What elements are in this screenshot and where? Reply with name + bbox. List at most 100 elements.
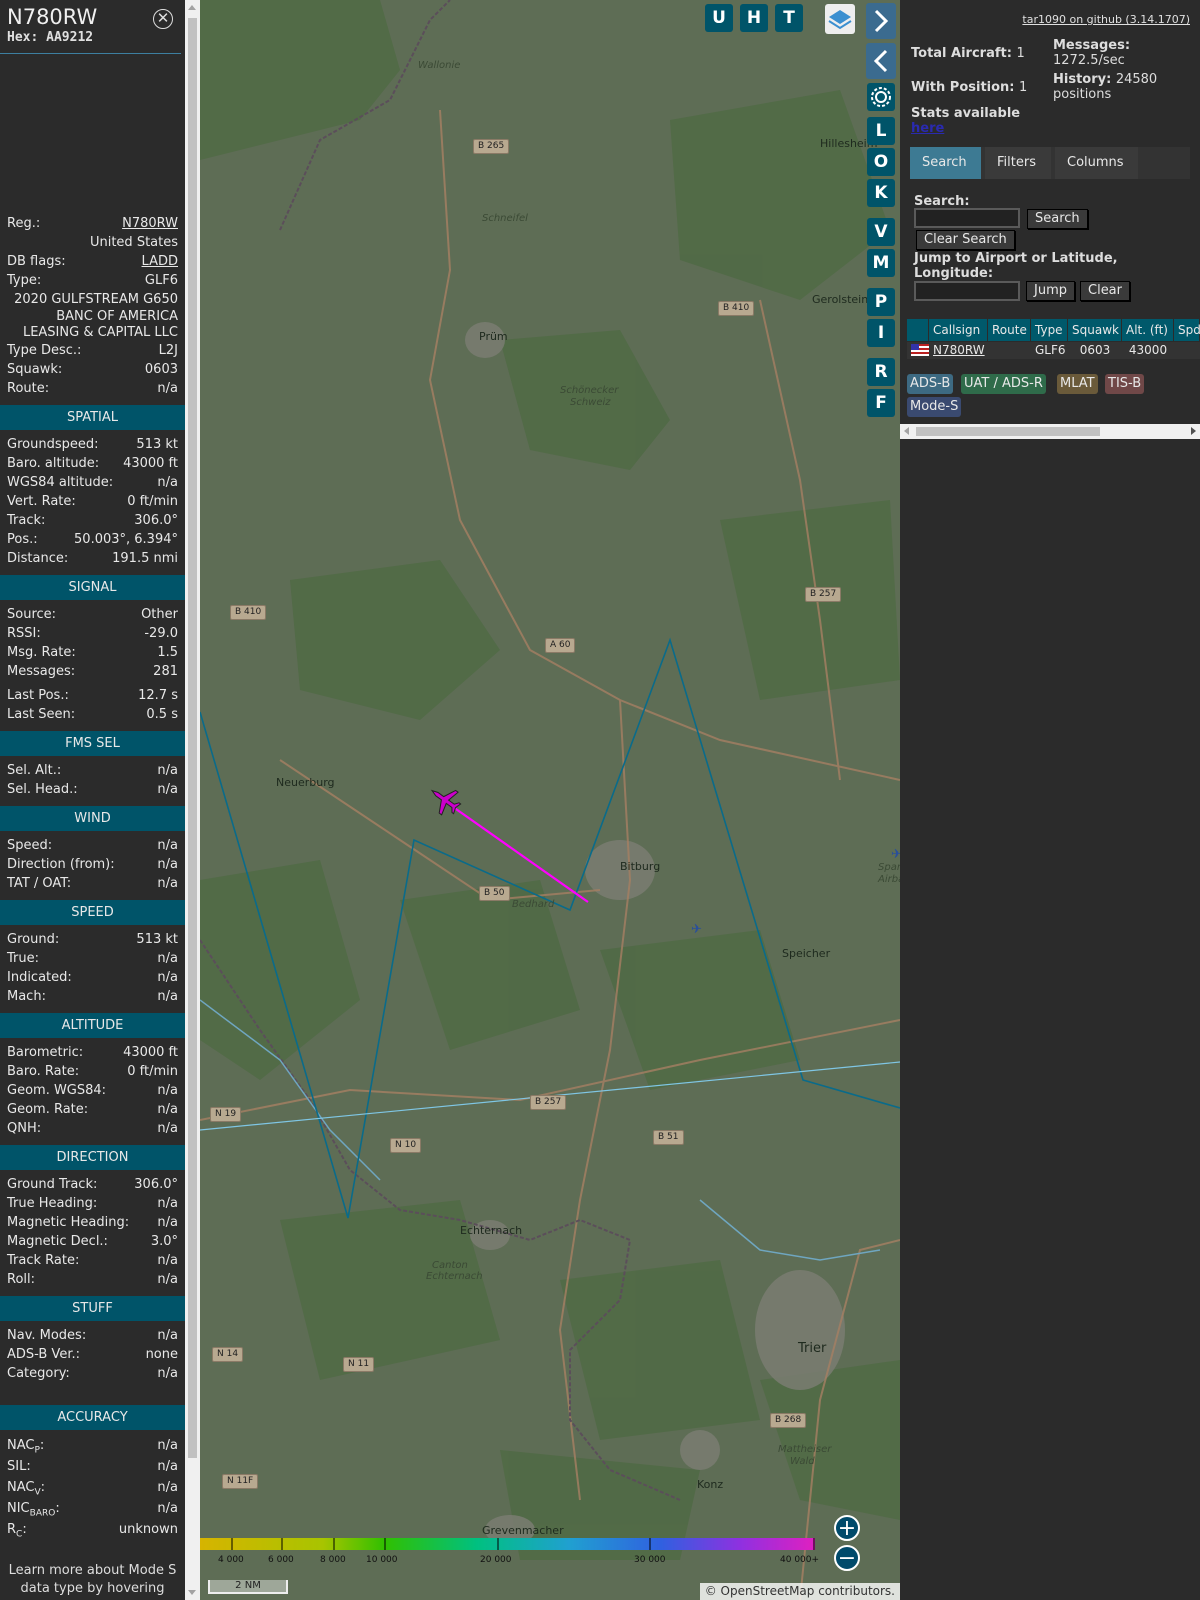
altitude-legend-label: 8 000 [320, 1555, 346, 1565]
clear-search-button[interactable]: Clear Search [916, 230, 1015, 250]
button-p[interactable]: P [867, 288, 895, 316]
info-row: QNH: n/a [0, 1119, 185, 1138]
dbflags-link[interactable]: LADD [142, 252, 178, 271]
button-l[interactable]: L [867, 117, 895, 145]
nacp-row: NACP: n/a [0, 1435, 185, 1456]
info-row: Last Pos.: 12.7 s [0, 686, 185, 705]
layers-glyph [828, 10, 852, 30]
tab-filters[interactable]: Filters [985, 147, 1051, 179]
expand-right-button[interactable] [866, 3, 896, 39]
close-icon[interactable]: ✕ [153, 9, 173, 29]
info-row-label: Speed: [7, 838, 53, 853]
map-attribution[interactable]: © OpenStreetMap contributors. [699, 1583, 900, 1600]
info-row-value: n/a [157, 1272, 178, 1287]
column-header-route[interactable]: Route [988, 319, 1031, 341]
button-k[interactable]: K [867, 179, 895, 207]
stats-here-link[interactable]: here [911, 121, 944, 136]
dbflags-label: DB flags: [7, 254, 66, 269]
model: 2020 GULFSTREAM G650 [14, 292, 178, 307]
tab-search[interactable]: Search [910, 147, 981, 179]
button-m[interactable]: M [867, 249, 895, 277]
info-row: Geom. Rate: n/a [0, 1100, 185, 1119]
button-t[interactable]: T [775, 4, 803, 32]
row-speed [1174, 342, 1200, 359]
column-header-squawk[interactable]: Squawk [1068, 319, 1122, 341]
layers-icon[interactable] [825, 4, 855, 34]
info-row: Baro. altitude: 43000 ft [0, 454, 185, 473]
altitude-legend-label: 40 000+ [780, 1555, 820, 1565]
button-o[interactable]: O [867, 148, 895, 176]
info-row-label: Direction (from): [7, 857, 115, 872]
reg-link[interactable]: N780RW [122, 214, 178, 233]
owner-line2: LEASING & CAPITAL LLC [22, 325, 178, 340]
info-row: Indicated: n/a [0, 968, 185, 987]
rc-base: R [7, 1522, 17, 1537]
column-header-altitude[interactable]: Alt. (ft) [1122, 319, 1174, 341]
button-f[interactable]: F [867, 389, 895, 417]
type-row: Type: GLF6 [0, 271, 185, 290]
zoom-out-button[interactable]: − [834, 1545, 860, 1571]
collapse-left-button[interactable] [866, 43, 896, 79]
search-input[interactable] [914, 208, 1020, 228]
rc-label: RC: [7, 1522, 27, 1540]
row-callsign-link[interactable]: N780RW [929, 342, 988, 359]
jump-input[interactable] [914, 281, 1020, 301]
info-row-value: 0 ft/min [127, 1064, 178, 1079]
search-button[interactable]: Search [1027, 209, 1088, 229]
section-wind: WIND [0, 806, 185, 831]
type-value: GLF6 [144, 273, 178, 288]
column-header-speed[interactable]: Spd [1174, 319, 1200, 341]
scroll-down-arrow-icon[interactable] [188, 1590, 196, 1595]
info-row-value: n/a [157, 1215, 178, 1230]
scrollbar-thumb[interactable] [916, 427, 1100, 436]
version-link[interactable]: tar1090 on github (3.14.1707) [1022, 13, 1190, 26]
place-label: Echternach [460, 1224, 523, 1237]
button-r[interactable]: R [867, 358, 895, 386]
scroll-left-arrow-icon[interactable] [904, 427, 909, 435]
info-row: Vert. Rate: 0 ft/min [0, 492, 185, 511]
button-v[interactable]: V [867, 218, 895, 246]
table-horizontal-scrollbar[interactable] [900, 424, 1200, 439]
left-panel-scrollbar[interactable] [185, 0, 200, 1600]
column-header-type[interactable]: Type [1031, 319, 1068, 341]
column-header-flag[interactable] [907, 319, 929, 341]
altitude-legend-label: 10 000 [366, 1555, 398, 1565]
info-row-value: 306.0° [134, 1177, 178, 1192]
nic-sub: BARO [29, 1508, 56, 1519]
nacp-sub: P [34, 1445, 40, 1456]
typedesc-label: Type Desc.: [7, 343, 82, 358]
info-row-label: Roll: [7, 1272, 36, 1287]
us-flag-icon [911, 344, 929, 356]
road-label: B 410 [230, 605, 267, 620]
info-row-label: Magnetic Decl.: [7, 1234, 108, 1249]
info-row: WGS84 altitude: n/a [0, 473, 185, 492]
button-h[interactable]: H [740, 4, 768, 32]
info-row: Magnetic Decl.: 3.0° [0, 1232, 185, 1251]
jump-button[interactable]: Jump [1026, 281, 1075, 301]
history-value: 24580 [1115, 72, 1158, 87]
squawk-label: Squawk: [7, 362, 63, 377]
scroll-up-arrow-icon[interactable] [188, 5, 196, 10]
column-header-callsign[interactable]: Callsign [929, 319, 988, 341]
info-row-label: Last Pos.: [7, 688, 69, 703]
info-row-value: n/a [157, 989, 178, 1004]
tab-columns[interactable]: Columns [1055, 147, 1138, 179]
nacp-value: n/a [157, 1438, 178, 1453]
info-row: Direction (from): n/a [0, 855, 185, 874]
settings-button[interactable] [867, 83, 895, 111]
map-view[interactable]: ✈ ✈ Wallonie Hillesheim Schneifel Gerols… [200, 0, 900, 1600]
info-row-label: ADS-B Ver.: [7, 1347, 80, 1362]
scrollbar-thumb[interactable] [188, 18, 197, 1458]
route-value: n/a [157, 381, 178, 396]
button-u[interactable]: U [705, 4, 733, 32]
nacv-label: NACV: [7, 1480, 46, 1498]
scroll-right-arrow-icon[interactable] [1191, 427, 1196, 435]
road-label: B 268 [770, 1413, 807, 1428]
clear-button[interactable]: Clear [1080, 281, 1130, 301]
zoom-in-button[interactable]: + [834, 1515, 860, 1541]
signal-rows: Source: Other RSSI: -29.0 Msg. Rate: 1.5 Messa… [0, 605, 185, 681]
scale-bar: 2 NM [208, 1580, 288, 1594]
history-unit: positions [1053, 87, 1112, 102]
info-row-value: -29.0 [144, 626, 178, 641]
button-i[interactable]: I [867, 319, 895, 347]
